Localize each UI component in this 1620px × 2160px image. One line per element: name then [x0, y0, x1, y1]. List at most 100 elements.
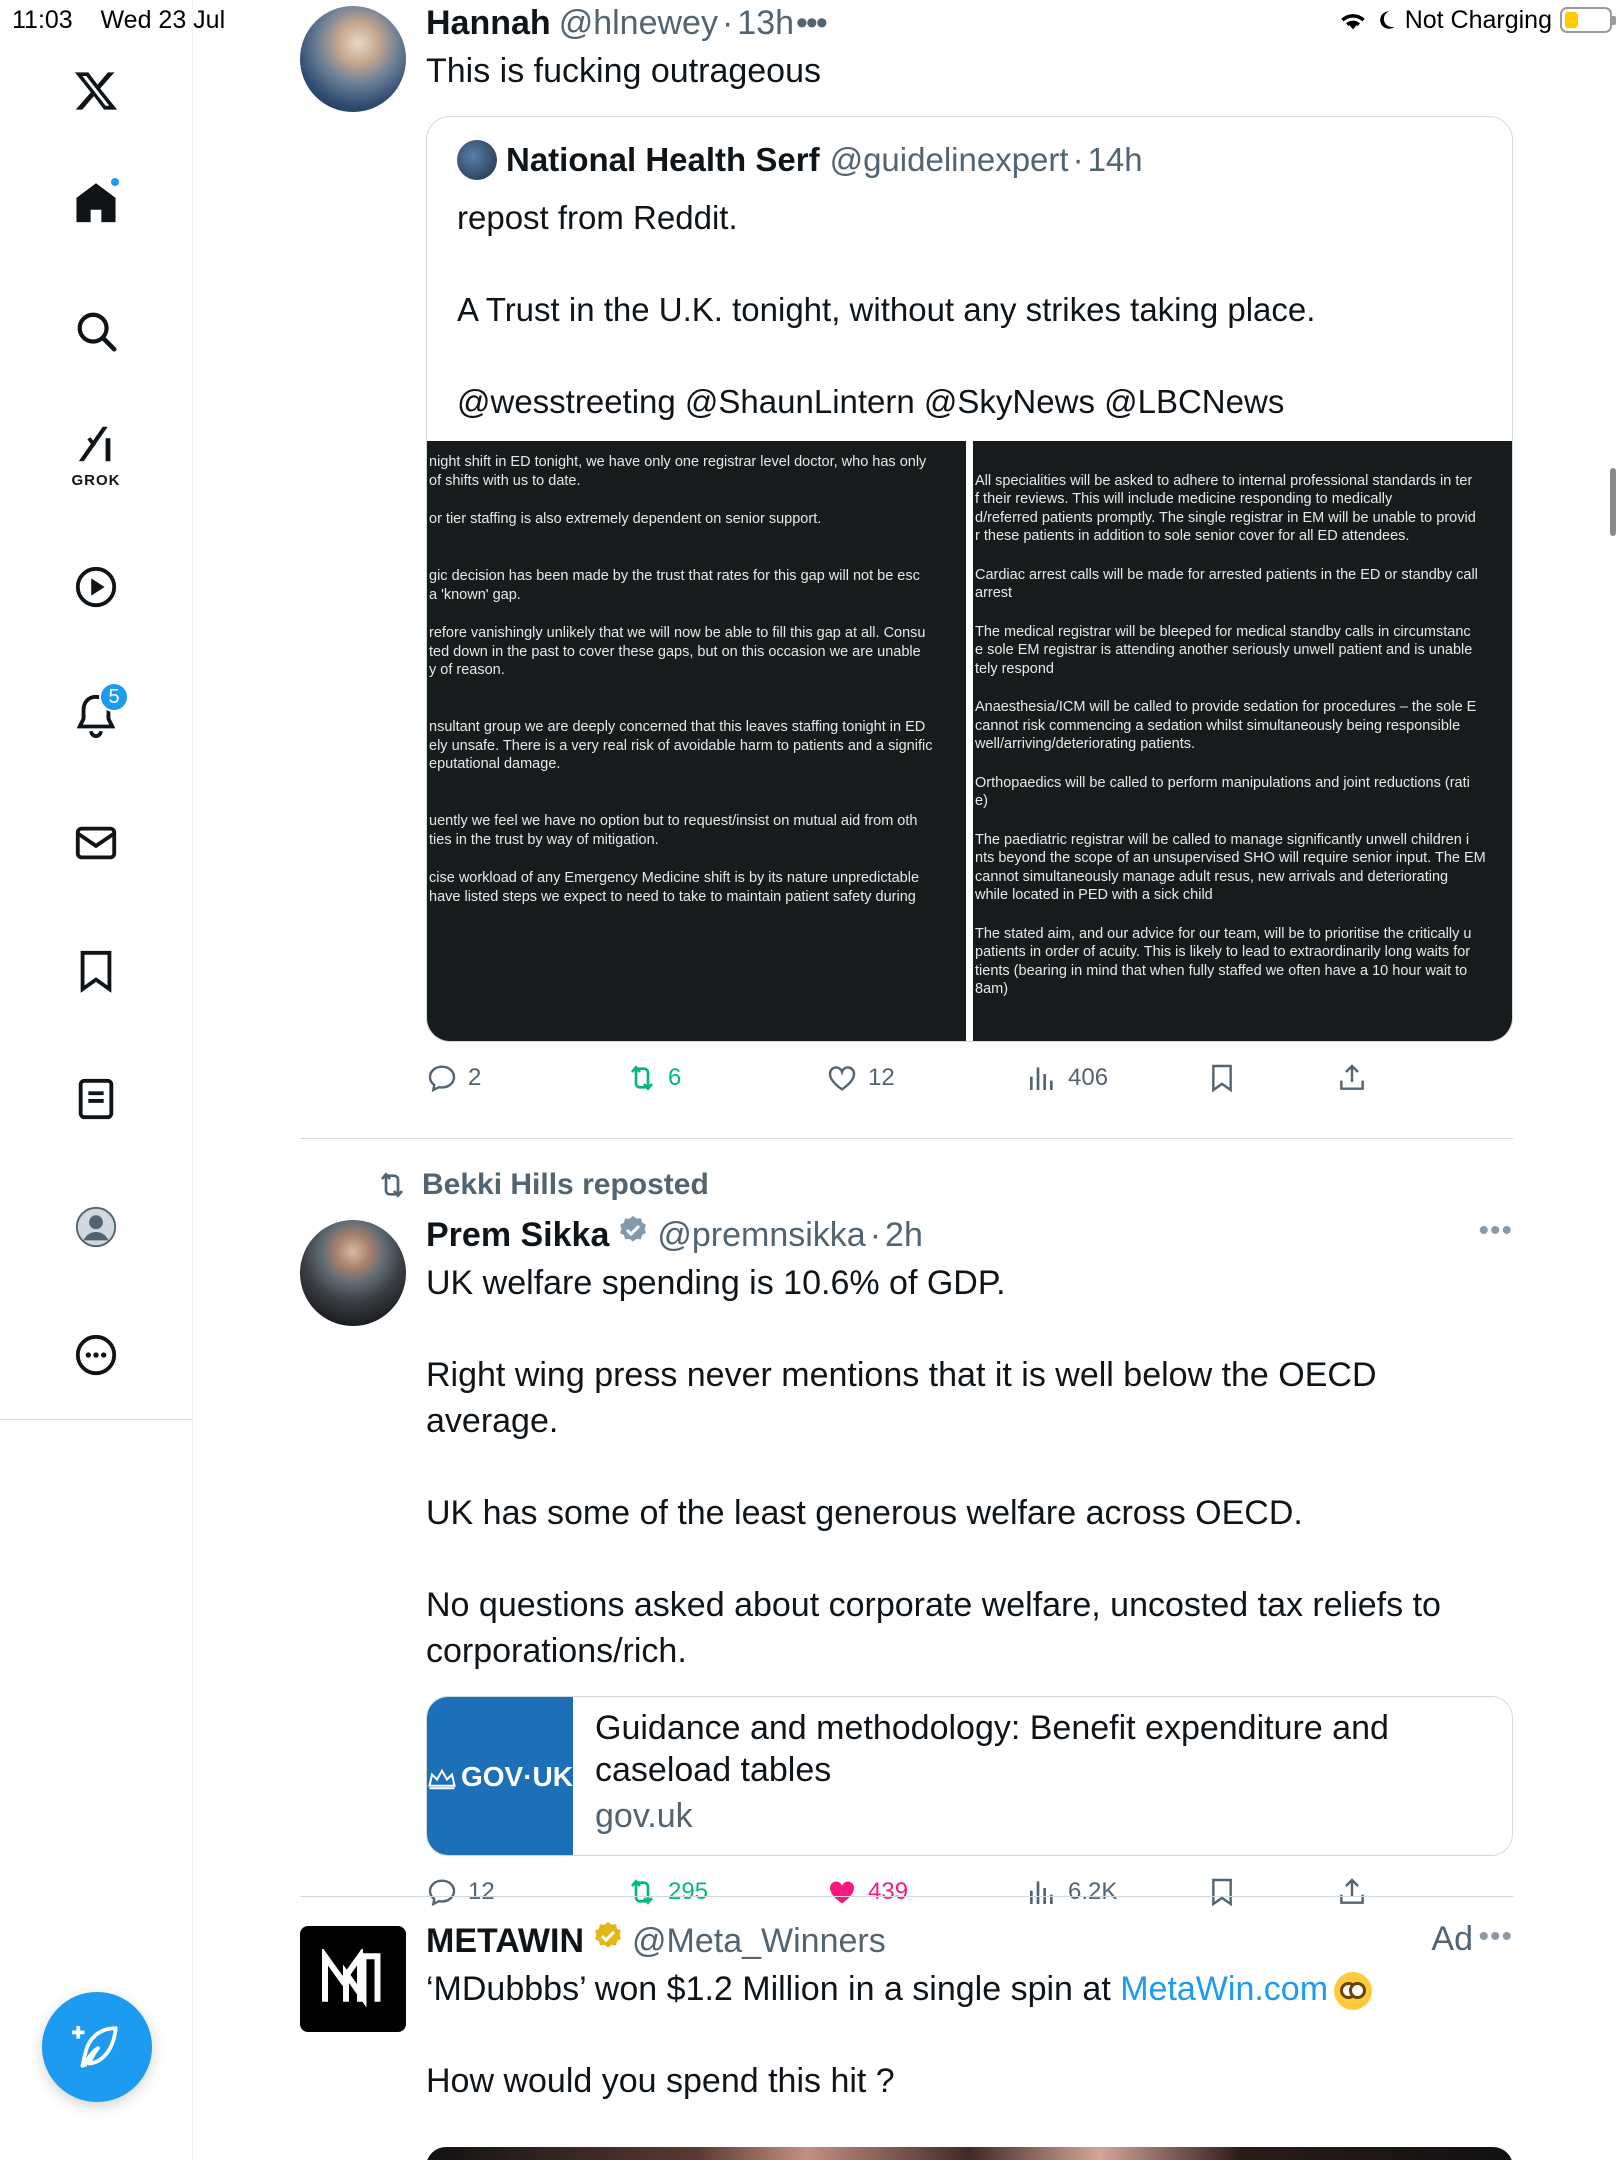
- bookmark-icon: [1212, 1064, 1232, 1093]
- reply-count: 12: [468, 1878, 495, 1905]
- crown-icon: [428, 1768, 456, 1790]
- author-handle[interactable]: @Meta_Winners: [632, 1922, 886, 1961]
- quote-paragraph: A Trust in the U.K. tonight, without any…: [457, 291, 1316, 328]
- share-button[interactable]: [1336, 1062, 1368, 1094]
- bookmark-button[interactable]: [1206, 1876, 1238, 1908]
- author-name[interactable]: Hannah: [426, 4, 551, 43]
- analytics-icon: [1030, 1067, 1053, 1090]
- like-button[interactable]: 12: [826, 1062, 895, 1094]
- tweet-divider: [300, 1896, 1513, 1897]
- media-text-block: night shift in ED tonight, we have only …: [429, 454, 927, 489]
- media-text-block: uently we feel we have no option but to …: [429, 813, 918, 848]
- reply-button[interactable]: 12: [426, 1876, 495, 1908]
- quote-paragraph: [457, 333, 1482, 379]
- sidebar: GROK 5: [0, 0, 193, 2160]
- tweet-link[interactable]: MetaWin.com: [1120, 1970, 1328, 2008]
- tweet-header: METAWIN @Meta_Winners: [426, 1920, 1513, 1962]
- repost-context[interactable]: Bekki Hills reposted: [376, 1168, 709, 1202]
- tweet-time[interactable]: 13h: [737, 4, 794, 43]
- battery-icon: [1560, 7, 1616, 33]
- avatar[interactable]: [300, 1220, 406, 1326]
- more-options-icon[interactable]: •••: [1478, 1214, 1513, 1248]
- bookmark-button[interactable]: [1206, 1062, 1238, 1094]
- sidebar-item-more[interactable]: [55, 1314, 137, 1396]
- repost-button[interactable]: 6: [626, 1062, 681, 1094]
- author-name[interactable]: Prem Sikka: [426, 1216, 609, 1255]
- bookmark-icon: [80, 950, 112, 993]
- sidebar-divider: [0, 1419, 192, 1420]
- link-card-thumbnail: GOV·UK: [427, 1697, 573, 1855]
- repost-context-label: Bekki Hills reposted: [422, 1168, 709, 1201]
- like-count: 439: [868, 1878, 909, 1905]
- sidebar-item-bookmarks[interactable]: [55, 930, 137, 1012]
- quote-header: National Health Serf @guidelinexpert · 1…: [427, 135, 1512, 185]
- link-card[interactable]: GOV·UK Guidance and methodology: Benefit…: [426, 1696, 1513, 1856]
- search-icon: [77, 312, 117, 352]
- media-text-block: nsultant group we are deeply concerned t…: [429, 719, 933, 772]
- reply-count: 2: [468, 1064, 482, 1091]
- more-options-icon[interactable]: •••: [1478, 1920, 1513, 1954]
- media-text-block: Anaesthesia/ICM will be called to provid…: [975, 699, 1477, 752]
- grok-icon: [78, 426, 111, 462]
- ad-video-thumbnail[interactable]: [426, 2147, 1513, 2160]
- verified-icon: [620, 1216, 647, 1242]
- avatar[interactable]: [300, 6, 406, 112]
- tweet-actions: 12 295 439 6.2K: [426, 1876, 1513, 1920]
- sidebar-item-grok[interactable]: GROK: [55, 412, 137, 494]
- quote-avatar: [457, 140, 497, 180]
- media-text-block: cise workload of any Emergency Medicine …: [429, 870, 920, 905]
- share-button[interactable]: [1336, 1876, 1368, 1908]
- author-name[interactable]: METAWIN: [426, 1922, 584, 1961]
- sidebar-item-home[interactable]: [55, 162, 137, 244]
- tweet-header: Prem Sikka @premnsikka · 2h •••: [426, 1214, 1513, 1255]
- tweet-time[interactable]: 2h: [885, 1216, 923, 1255]
- dizzy-face-emoji-icon: [1334, 1972, 1373, 2011]
- media-text-block: The stated aim, and our advice for our t…: [975, 925, 1472, 998]
- sidebar-item-videos[interactable]: [55, 546, 137, 628]
- tweet-paragraph: [426, 1444, 1513, 1490]
- sidebar-item-lists[interactable]: [55, 1058, 137, 1140]
- media-text-block: refore vanishingly unlikely that we will…: [429, 625, 926, 678]
- author-handle[interactable]: @hlnewey: [559, 4, 718, 43]
- tweet-divider: [300, 1138, 1513, 1139]
- views-button[interactable]: 406: [1026, 1062, 1108, 1094]
- media-text-block: The medical registrar will be bleeped fo…: [975, 623, 1473, 677]
- reply-button[interactable]: 2: [426, 1062, 481, 1094]
- quote-author-name: National Health Serf: [506, 141, 820, 178]
- analytics-icon: [1030, 1881, 1053, 1904]
- like-button[interactable]: 439: [826, 1876, 908, 1908]
- sidebar-item-messages[interactable]: [55, 802, 137, 884]
- sidebar-item-explore[interactable]: [55, 290, 137, 372]
- quote-mentions: @wesstreeting @ShaunLintern @SkyNews @LB…: [457, 383, 1285, 420]
- x-logo-icon[interactable]: [55, 50, 137, 132]
- scroll-indicator[interactable]: [1610, 468, 1616, 536]
- sidebar-item-profile[interactable]: [55, 1186, 137, 1268]
- repost-button[interactable]: 295: [626, 1876, 708, 1908]
- media-image-right[interactable]: All specialities will be asked to adhere…: [973, 441, 1512, 1041]
- repost-count: 6: [668, 1064, 682, 1091]
- media-text-block: All specialities will be asked to adhere…: [975, 472, 1476, 545]
- quote-paragraph: [457, 241, 1482, 287]
- tweet-metawin-ad[interactable]: METAWIN @Meta_Winners Ad ••• ‘MDubbbs’ w…: [300, 1920, 1513, 2160]
- notification-badge: 5: [99, 682, 129, 712]
- media-text-block: Cardiac arrest calls will be made for ar…: [975, 566, 1478, 602]
- views-button[interactable]: 6.2K: [1026, 1876, 1117, 1908]
- tweet-paragraph: UK has some of the least generous welfar…: [426, 1494, 1303, 1532]
- tweet-text: ‘MDubbbs’ won $1.2 Million in a single s…: [426, 1966, 1513, 2104]
- author-handle[interactable]: @premnsikka: [657, 1216, 865, 1255]
- quote-time: 14h: [1087, 141, 1143, 178]
- tweet-paragraph: How would you spend this hit ?: [426, 2062, 895, 2100]
- more-icon[interactable]: •••: [796, 4, 828, 43]
- avatar[interactable]: [300, 1926, 406, 2032]
- quote-author-handle: @guidelinexpert: [829, 141, 1069, 178]
- media-text-block: or tier staffing is also extremely depen…: [429, 511, 822, 527]
- share-icon: [1340, 1064, 1364, 1090]
- sidebar-item-notifications[interactable]: 5: [55, 674, 137, 756]
- compose-button[interactable]: [42, 1992, 152, 2102]
- media-image-left[interactable]: night shift in ED tonight, we have only …: [427, 441, 966, 1041]
- tweet-text: This is fucking outrageous: [426, 52, 821, 90]
- quote-tweet[interactable]: National Health Serf @guidelinexpert · 1…: [426, 116, 1513, 1042]
- link-card-title: Guidance and methodology: Benefit expend…: [595, 1709, 1389, 1789]
- quote-media[interactable]: night shift in ED tonight, we have only …: [427, 441, 1512, 1041]
- media-text-block: Orthopaedics will be called to perform m…: [975, 774, 1470, 810]
